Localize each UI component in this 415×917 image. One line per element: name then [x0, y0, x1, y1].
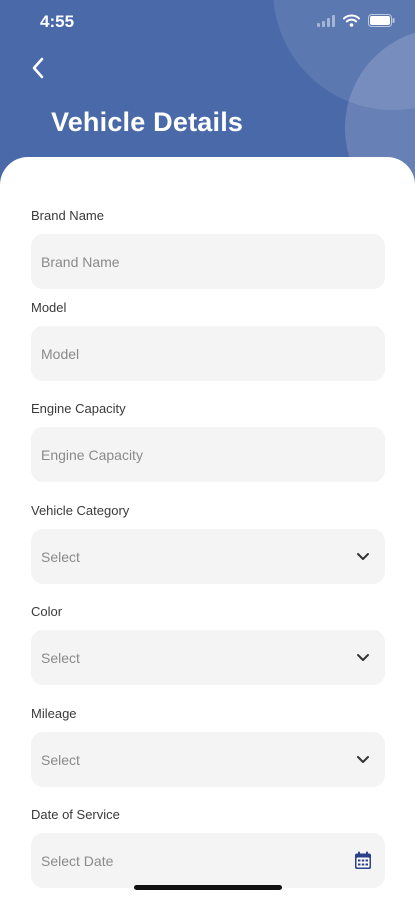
model-field[interactable]: [31, 326, 385, 381]
vehicle-category-label: Vehicle Category: [31, 503, 130, 518]
signal-icon: [317, 14, 335, 32]
color-label: Color: [31, 604, 63, 619]
battery-icon: [368, 14, 395, 32]
back-button[interactable]: [24, 56, 52, 84]
engine-capacity-field[interactable]: [31, 427, 385, 482]
mileage-select[interactable]: Select: [31, 732, 385, 787]
calendar-icon[interactable]: [351, 849, 375, 873]
chevron-down-icon: [351, 748, 375, 772]
color-value: Select: [41, 649, 80, 666]
status-time: 4:55: [40, 12, 75, 31]
vehicle-category-value: Select: [41, 548, 80, 565]
chevron-down-icon: [351, 646, 375, 670]
engine-capacity-input[interactable]: [41, 446, 375, 463]
date-of-service-picker[interactable]: Select Date: [31, 833, 385, 888]
brand-name-label: Brand Name: [31, 208, 104, 223]
date-of-service-label: Date of Service: [31, 807, 120, 822]
status-icons: [317, 14, 395, 32]
home-indicator[interactable]: [134, 885, 282, 890]
date-of-service-value: Select Date: [41, 852, 114, 869]
engine-capacity-label: Engine Capacity: [31, 401, 126, 416]
mileage-value: Select: [41, 751, 80, 768]
chevron-left-icon: [31, 57, 45, 84]
vehicle-category-select[interactable]: Select: [31, 529, 385, 584]
brand-name-input[interactable]: [41, 253, 375, 270]
page-title: Vehicle Details: [51, 107, 244, 137]
brand-name-field[interactable]: [31, 234, 385, 289]
model-label: Model: [31, 300, 67, 315]
chevron-down-icon: [351, 545, 375, 569]
mileage-label: Mileage: [31, 706, 77, 721]
model-input[interactable]: [41, 345, 375, 362]
color-select[interactable]: Select: [31, 630, 385, 685]
wifi-icon: [343, 14, 360, 32]
